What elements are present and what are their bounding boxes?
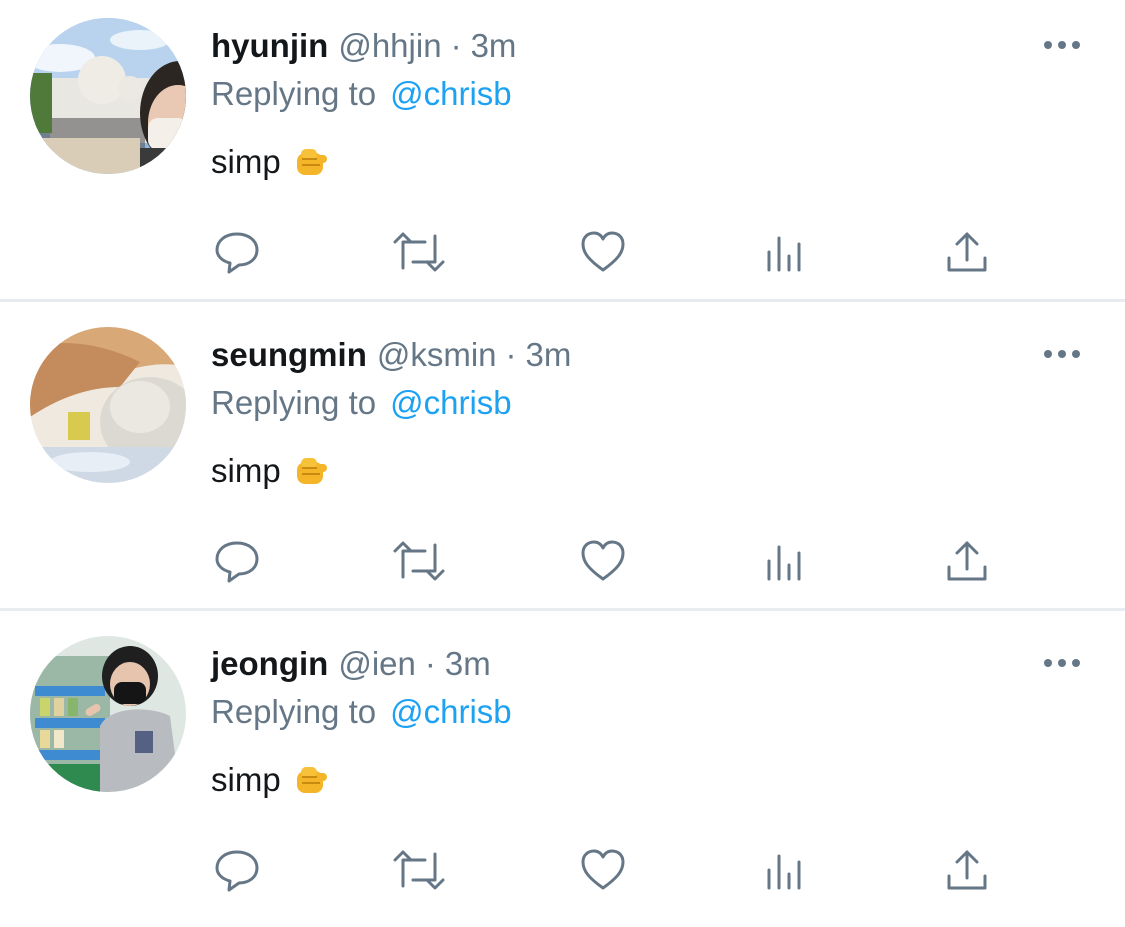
action-bar <box>0 840 1125 900</box>
timestamp[interactable]: 3m <box>471 27 517 65</box>
tweet-header: seungmin @ksmin · 3m <box>211 333 571 377</box>
retweet-button[interactable] <box>389 222 449 282</box>
reply-button[interactable] <box>207 531 267 591</box>
share-button[interactable] <box>937 531 997 591</box>
analytics-bars-icon <box>767 545 801 581</box>
reply-bubble-icon <box>215 232 259 274</box>
views-button[interactable] <box>756 222 816 282</box>
replying-to-label: Replying to <box>211 75 377 112</box>
share-button[interactable] <box>937 222 997 282</box>
user-handle[interactable]: @ksmin <box>377 336 497 374</box>
avatar-photo-icon <box>30 18 186 174</box>
like-button[interactable] <box>573 222 633 282</box>
action-bar <box>0 222 1125 282</box>
retweet-icon <box>393 232 445 272</box>
action-bar <box>0 531 1125 591</box>
more-options-button[interactable] <box>1040 652 1084 674</box>
separator-dot: · <box>450 27 462 64</box>
tweet-text-content: simp <box>211 452 281 489</box>
views-button[interactable] <box>756 531 816 591</box>
avatar-photo-icon <box>30 327 186 483</box>
reply-target-link[interactable]: @chrisb <box>390 693 512 731</box>
like-button[interactable] <box>573 531 633 591</box>
separator-dot: · <box>505 336 517 373</box>
tweet-header: hyunjin @hhjin · 3m <box>211 24 516 68</box>
analytics-bars-icon <box>767 236 801 272</box>
avatar[interactable] <box>30 327 186 483</box>
replying-to-label: Replying to <box>211 384 377 421</box>
tweet-text-content: simp <box>211 143 281 180</box>
divider <box>0 608 1125 611</box>
share-button[interactable] <box>937 840 997 900</box>
reply-target-link[interactable]: @chrisb <box>390 75 512 113</box>
tweet-header: jeongin @ien · 3m <box>211 642 491 686</box>
tweet-text: simp <box>211 140 329 184</box>
heart-icon <box>581 849 625 890</box>
tweet-text-content: simp <box>211 761 281 798</box>
replying-to-label: Replying to <box>211 693 377 730</box>
user-handle[interactable]: @ien <box>338 645 416 683</box>
views-button[interactable] <box>756 840 816 900</box>
more-horizontal-icon <box>1044 659 1080 667</box>
avatar-photo-icon <box>30 636 186 792</box>
reply-bubble-icon <box>215 850 259 892</box>
more-horizontal-icon <box>1044 350 1080 358</box>
user-handle[interactable]: @hhjin <box>338 27 441 65</box>
analytics-bars-icon <box>767 854 801 890</box>
heart-icon <box>581 231 625 272</box>
reply-button[interactable] <box>207 840 267 900</box>
timestamp[interactable]: 3m <box>445 645 491 683</box>
tweet-card[interactable]: seungmin @ksmin · 3m Replying to @chrisb… <box>0 309 1125 618</box>
pointing-fist-emoji-icon <box>293 763 329 797</box>
heart-icon <box>581 540 625 581</box>
retweet-button[interactable] <box>389 840 449 900</box>
tweet-text: simp <box>211 449 329 493</box>
reply-bubble-icon <box>215 541 259 583</box>
avatar[interactable] <box>30 18 186 174</box>
share-upload-icon <box>947 232 987 272</box>
display-name[interactable]: hyunjin <box>211 27 328 65</box>
reply-target-link[interactable]: @chrisb <box>390 384 512 422</box>
share-upload-icon <box>947 850 987 890</box>
retweet-icon <box>393 541 445 581</box>
more-options-button[interactable] <box>1040 343 1084 365</box>
separator-dot: · <box>424 645 436 682</box>
share-upload-icon <box>947 541 987 581</box>
divider <box>0 299 1125 302</box>
replying-to-line: Replying to @chrisb <box>211 690 512 734</box>
replying-to-line: Replying to @chrisb <box>211 381 512 425</box>
pointing-fist-emoji-icon <box>293 145 329 179</box>
more-options-button[interactable] <box>1040 34 1084 56</box>
display-name[interactable]: seungmin <box>211 336 367 374</box>
tweet-text: simp <box>211 758 329 802</box>
replying-to-line: Replying to @chrisb <box>211 72 512 116</box>
display-name[interactable]: jeongin <box>211 645 328 683</box>
reply-feed: hyunjin @hhjin · 3m Replying to @chrisb … <box>0 0 1125 916</box>
pointing-fist-emoji-icon <box>293 454 329 488</box>
retweet-button[interactable] <box>389 531 449 591</box>
tweet-card[interactable]: jeongin @ien · 3m Replying to @chrisb si… <box>0 618 1125 927</box>
retweet-icon <box>393 850 445 890</box>
timestamp[interactable]: 3m <box>526 336 572 374</box>
like-button[interactable] <box>573 840 633 900</box>
tweet-card[interactable]: hyunjin @hhjin · 3m Replying to @chrisb … <box>0 0 1125 309</box>
reply-button[interactable] <box>207 222 267 282</box>
more-horizontal-icon <box>1044 41 1080 49</box>
avatar[interactable] <box>30 636 186 792</box>
